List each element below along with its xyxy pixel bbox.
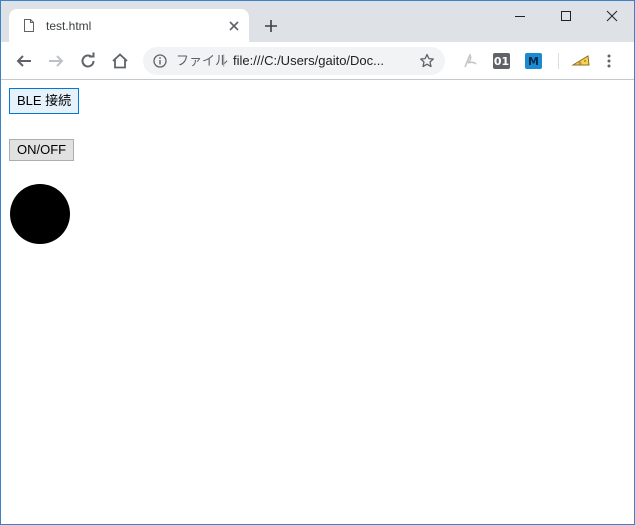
ext-m-button[interactable]: M bbox=[525, 53, 542, 69]
maximize-button[interactable] bbox=[543, 1, 589, 31]
reload-icon bbox=[81, 52, 95, 68]
address-bar[interactable]: ファイル | file:///C:/Users/gaito/Doc... bbox=[143, 47, 445, 75]
pdf-icon bbox=[463, 53, 477, 68]
page-content: BLE 接続 ON/OFF bbox=[1, 81, 634, 524]
reload-button[interactable] bbox=[79, 52, 97, 70]
maximize-icon bbox=[561, 11, 571, 21]
close-icon[interactable] bbox=[227, 19, 241, 33]
ble-connect-button[interactable]: BLE 接続 bbox=[9, 88, 80, 114]
on-off-button[interactable]: ON/OFF bbox=[9, 139, 75, 161]
page-icon bbox=[24, 19, 34, 32]
plus-icon[interactable] bbox=[263, 18, 279, 34]
ext-01-button[interactable]: 01 bbox=[493, 53, 510, 69]
info-icon[interactable] bbox=[153, 54, 167, 68]
url-text[interactable]: file:///C:/Users/gaito/Doc... bbox=[233, 53, 384, 69]
forward-button[interactable] bbox=[47, 52, 65, 70]
close-icon bbox=[606, 10, 618, 22]
browser-window: test.html ファイル | file:///C:/Users/gaito/… bbox=[0, 0, 635, 525]
minimize-icon bbox=[515, 16, 525, 17]
tab-test-html[interactable]: test.html bbox=[9, 9, 249, 42]
status-indicator-circle bbox=[10, 184, 70, 244]
omnibox-separator: | bbox=[222, 52, 226, 67]
kebab-menu-icon[interactable] bbox=[605, 53, 613, 69]
back-button[interactable] bbox=[15, 52, 33, 70]
tab-title: test.html bbox=[46, 19, 92, 33]
arrow-right-icon bbox=[49, 55, 64, 67]
security-chip-label: ファイル bbox=[176, 53, 229, 68]
home-icon bbox=[112, 53, 128, 69]
cheese-extension-button[interactable] bbox=[571, 53, 591, 69]
pdf-extension-button[interactable] bbox=[461, 53, 478, 69]
minimize-button[interactable] bbox=[497, 1, 543, 31]
window-close-button[interactable] bbox=[589, 1, 634, 31]
toolbar-divider bbox=[558, 53, 559, 69]
tab-strip: test.html bbox=[1, 1, 634, 42]
star-icon[interactable] bbox=[419, 53, 435, 69]
cheese-icon bbox=[571, 55, 590, 66]
home-button[interactable] bbox=[111, 52, 129, 70]
browser-toolbar: ファイル | file:///C:/Users/gaito/Doc... 01 … bbox=[1, 42, 634, 80]
arrow-left-icon bbox=[16, 55, 31, 67]
